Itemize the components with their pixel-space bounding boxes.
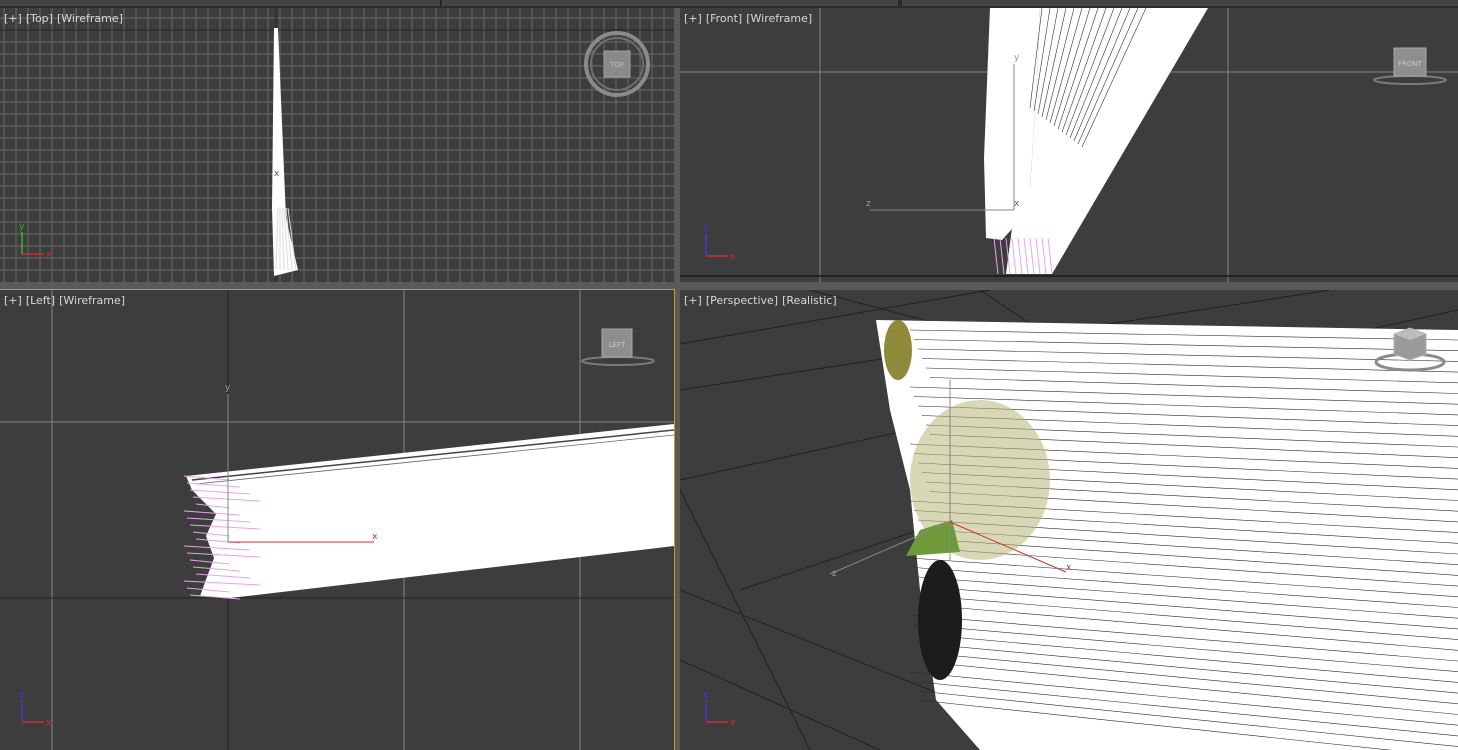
view-type-button[interactable]: [Top]	[26, 12, 53, 25]
viewport-left-label: [+] [Left] [Wireframe]	[4, 294, 129, 307]
axis-gizmo-left: xz	[19, 690, 52, 728]
viewcube-top-label: TOP	[609, 61, 624, 69]
toolbar-segment	[442, 0, 899, 6]
gizmo-axis-label: x	[46, 718, 52, 728]
pivot-axis-label: y	[1014, 53, 1020, 63]
viewport-perspective[interactable]: xzxz [+] [Perspective] [Realistic]	[680, 290, 1458, 750]
gizmo-axis-label: x	[730, 718, 736, 728]
viewport-top[interactable]: xyx [+] [Top] [Wireframe] TOP	[0, 8, 674, 282]
gizmo-axis-label: x	[730, 252, 736, 262]
view-type-button[interactable]: [Left]	[26, 294, 55, 307]
viewcube-front[interactable]: FRONT	[1370, 44, 1450, 88]
pivot-axis-label: x	[1014, 199, 1020, 209]
viewcube-front-label: FRONT	[1398, 60, 1423, 68]
shading-mode-button[interactable]: [Wireframe]	[59, 294, 125, 307]
viewcube-left-label: LEFT	[609, 341, 626, 349]
pivot-axis-label: x	[372, 532, 378, 542]
gizmo-axis-label: x	[46, 250, 52, 260]
pivot-axis-label: x	[274, 169, 280, 179]
pivot-axis-label: x	[1066, 563, 1072, 573]
axis-gizmo-perspective: xz	[703, 690, 736, 728]
shading-mode-button[interactable]: [Wireframe]	[57, 12, 123, 25]
hair-mass-left	[186, 424, 674, 598]
pivot-axis-label: z	[866, 199, 871, 209]
shading-mode-button[interactable]: [Wireframe]	[746, 12, 812, 25]
view-type-button[interactable]: [Front]	[706, 12, 742, 25]
gizmo-axis-label: z	[703, 224, 708, 234]
viewport-menu-button[interactable]: [+]	[4, 294, 22, 307]
hair-root-patch	[884, 320, 912, 380]
viewcube-perspective[interactable]	[1372, 324, 1448, 376]
gizmo-axis-label: z	[19, 690, 24, 700]
axis-gizmo-top: xy	[19, 222, 52, 260]
gizmo-axis-label: z	[703, 690, 708, 700]
viewport-menu-button[interactable]: [+]	[4, 12, 22, 25]
pivot-axis-label: z	[832, 569, 837, 579]
viewport-menu-button[interactable]: [+]	[684, 12, 702, 25]
hair-strand-top	[272, 28, 298, 276]
viewport-front[interactable]: zyxxz [+] [Front] [Wireframe] FRONT	[680, 8, 1458, 282]
front-view-scene: zyxxz	[680, 8, 1458, 282]
axis-gizmo-front: xz	[703, 224, 736, 262]
viewport-left[interactable]: xyxz [+] [Left] [Wireframe] LEFT	[0, 289, 675, 750]
viewcube-top[interactable]: TOP	[582, 30, 652, 100]
viewcube-left[interactable]: LEFT	[578, 326, 658, 370]
toolbar-segment	[0, 0, 441, 6]
viewport-perspective-label: [+] [Perspective] [Realistic]	[684, 294, 841, 307]
perspective-view-scene: xzxz	[680, 290, 1458, 750]
viewport-front-label: [+] [Front] [Wireframe]	[684, 12, 816, 25]
shading-mode-button[interactable]: [Realistic]	[782, 294, 837, 307]
view-type-button[interactable]: [Perspective]	[706, 294, 778, 307]
gizmo-axis-label: y	[19, 222, 25, 232]
hair-shadow	[918, 560, 962, 680]
viewport-top-label: [+] [Top] [Wireframe]	[4, 12, 127, 25]
left-view-scene: xyxz	[0, 290, 674, 750]
viewport-menu-button[interactable]: [+]	[684, 294, 702, 307]
toolbar-segment	[902, 0, 1458, 6]
top-toolbar-strip	[0, 0, 1458, 8]
pivot-axis-label: y	[225, 383, 231, 393]
top-view-scene: xyx	[0, 8, 674, 282]
